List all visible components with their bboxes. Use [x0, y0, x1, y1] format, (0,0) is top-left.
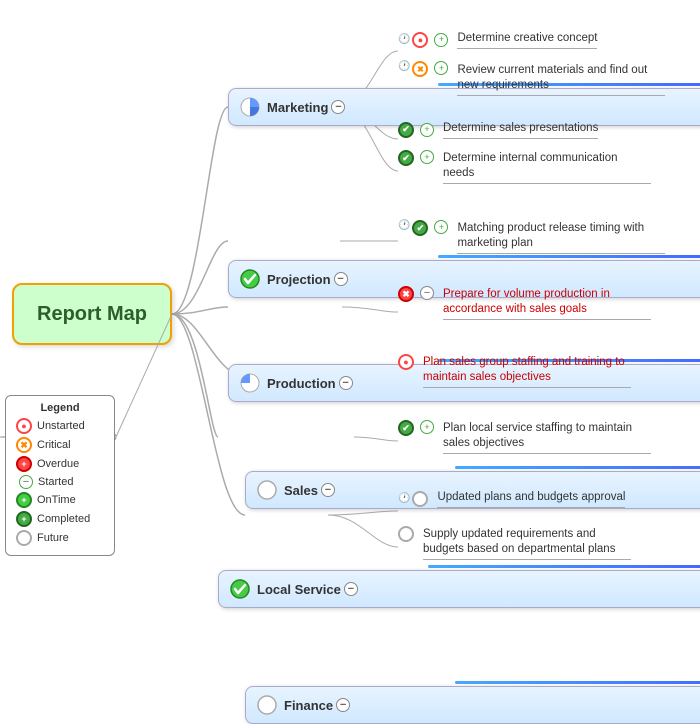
finance-collapse[interactable]: − — [336, 698, 350, 712]
localservice-label: Local Service — [257, 582, 341, 597]
legend-critical-label: Critical — [37, 439, 71, 451]
leaf-ls1: ✔ + Plan local service staffing to maint… — [398, 418, 657, 457]
leaf-ls1-text: Plan local service staffing to maintain … — [437, 418, 657, 457]
legend-overdue-label: Overdue — [37, 458, 79, 470]
localservice-pie-icon — [229, 578, 251, 600]
legend-title: Legend — [16, 402, 104, 414]
marketing-pie-icon — [239, 96, 261, 118]
legend-unstarted-icon: ● — [16, 418, 32, 434]
leaf-m4-text: Determine internal communication needs — [437, 148, 657, 187]
status-f1 — [412, 491, 428, 507]
projection-collapse[interactable]: − — [334, 272, 348, 286]
legend-box: Legend ● Unstarted ✖ Critical + Overdue … — [5, 395, 115, 556]
legend-ontime: + OnTime — [16, 492, 104, 508]
status-m1: ● — [412, 32, 428, 48]
finance-label: Finance — [284, 698, 333, 713]
leaf-f1-text: Updated plans and budgets approval — [431, 487, 631, 511]
leaf-m4: ✔ + Determine internal communication nee… — [398, 148, 657, 187]
leaf-m1: 🕐 ● + Determine creative concept — [398, 28, 641, 52]
localservice-branch: Local Service − — [218, 570, 700, 608]
legend-future-label: Future — [37, 532, 69, 544]
leaf-s1-text: Plan sales group staffing and training t… — [417, 352, 637, 391]
leaf-f2-text: Supply updated requirements and budgets … — [417, 524, 637, 563]
leaf-s1: ● Plan sales group staffing and training… — [398, 352, 637, 391]
legend-ontime-label: OnTime — [37, 494, 76, 506]
legend-unstarted-label: Unstarted — [37, 420, 85, 432]
legend-completed: + Completed — [16, 511, 104, 527]
status-s1: ● — [398, 354, 414, 370]
legend-completed-icon: + — [16, 511, 32, 527]
leaf-m2: 🕐 ✖ + Review current materials and find … — [398, 60, 671, 99]
legend-future-icon — [16, 530, 32, 546]
finance-pie-icon — [256, 694, 278, 716]
production-collapse[interactable]: − — [339, 376, 353, 390]
legend-critical-icon: ✖ — [16, 437, 32, 453]
legend-overdue: + Overdue — [16, 456, 104, 472]
localservice-node[interactable]: Local Service − — [218, 570, 700, 608]
status-pr1: ✖ — [398, 286, 414, 302]
leaf-m2-text: Review current materials and find out ne… — [451, 60, 671, 99]
production-label: Production — [267, 376, 336, 391]
legend-future: Future — [16, 530, 104, 546]
sales-collapse[interactable]: − — [321, 483, 335, 497]
leaf-p1-text: Matching product release timing with mar… — [451, 218, 671, 257]
leaf-pr1: ✖ − Prepare for volume production in acc… — [398, 284, 657, 323]
root-label: Report Map — [37, 303, 147, 326]
status-m2: ✖ — [412, 61, 428, 77]
leaf-p1: 🕐 ✔ + Matching product release timing wi… — [398, 218, 671, 257]
legend-ontime-icon: + — [16, 492, 32, 508]
legend-unstarted: ● Unstarted — [16, 418, 104, 434]
status-f2 — [398, 526, 414, 542]
projection-label: Projection — [267, 272, 331, 287]
legend-started-label: Started — [38, 476, 73, 488]
status-p1: ✔ — [412, 220, 428, 236]
leaf-m1-text: Determine creative concept — [451, 28, 641, 52]
leaf-f1: 🕐 Updated plans and budgets approval — [398, 487, 631, 511]
status-m4: ✔ — [398, 150, 414, 166]
localservice-collapse[interactable]: − — [344, 582, 358, 596]
leaf-m3-text: Determine sales presentations — [437, 118, 627, 142]
marketing-collapse[interactable]: − — [331, 100, 345, 114]
finance-node[interactable]: Finance − — [245, 686, 700, 724]
root-node: Report Map — [12, 283, 172, 345]
leaf-f2: Supply updated requirements and budgets … — [398, 524, 637, 563]
status-ls1: ✔ — [398, 420, 414, 436]
legend-started-icon: − — [19, 475, 33, 489]
sales-label: Sales — [284, 483, 318, 498]
projection-pie-icon — [239, 268, 261, 290]
legend-overdue-icon: + — [16, 456, 32, 472]
legend-started: − Started — [16, 475, 104, 489]
finance-branch: Finance − — [245, 686, 700, 724]
production-pie-icon — [239, 372, 261, 394]
legend-completed-label: Completed — [37, 513, 90, 525]
status-m3: ✔ — [398, 122, 414, 138]
sales-pie-icon — [256, 479, 278, 501]
marketing-label: Marketing — [267, 100, 328, 115]
legend-critical: ✖ Critical — [16, 437, 104, 453]
leaf-pr1-text: Prepare for volume production in accorda… — [437, 284, 657, 323]
leaf-m3: ✔ + Determine sales presentations — [398, 118, 627, 142]
